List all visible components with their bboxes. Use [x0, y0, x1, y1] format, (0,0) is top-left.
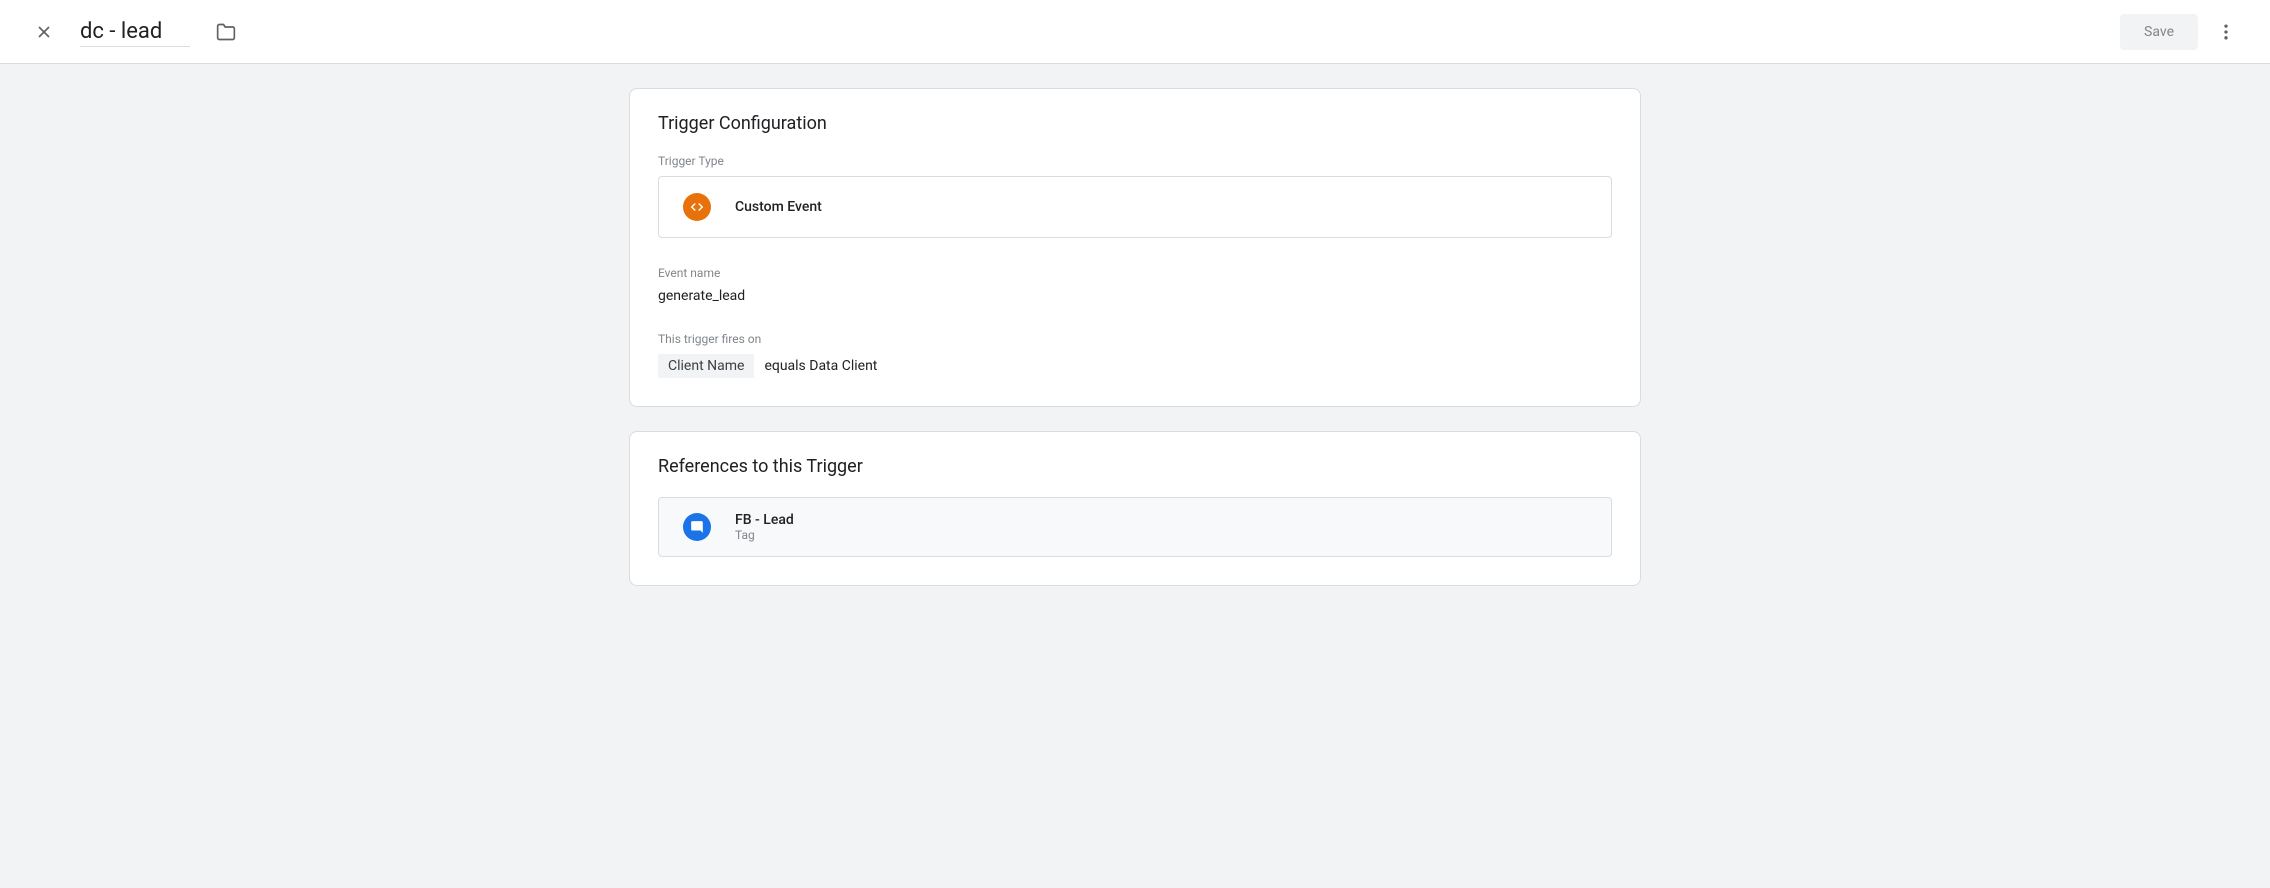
references-title: References to this Trigger [658, 456, 1612, 477]
reference-text: FB - Lead Tag [735, 512, 794, 542]
fires-on-label: This trigger fires on [658, 332, 1612, 346]
references-card: References to this Trigger FB - Lead Tag [629, 431, 1641, 586]
reference-type: Tag [735, 528, 794, 542]
condition-variable-chip: Client Name [658, 354, 754, 378]
folder-icon [216, 22, 236, 42]
custom-event-icon [683, 193, 711, 221]
fires-on-condition: Client Name equals Data Client [658, 354, 1612, 378]
close-button[interactable] [24, 12, 64, 52]
tag-icon [683, 513, 711, 541]
more-menu-button[interactable] [2206, 12, 2246, 52]
reference-name: FB - Lead [735, 512, 794, 528]
close-icon [34, 22, 54, 42]
main-content: Trigger Configuration Trigger Type Custo… [629, 88, 1641, 586]
folder-button[interactable] [206, 12, 246, 52]
header-actions: Save [2120, 12, 2246, 52]
kebab-icon [2216, 22, 2236, 42]
header-bar: Save [0, 0, 2270, 64]
trigger-config-card: Trigger Configuration Trigger Type Custo… [629, 88, 1641, 407]
event-name-value: generate_lead [658, 288, 1612, 304]
condition-text: equals Data Client [764, 358, 877, 374]
save-button[interactable]: Save [2120, 14, 2198, 50]
trigger-name-input[interactable] [80, 17, 190, 47]
trigger-type-selector[interactable]: Custom Event [658, 176, 1612, 238]
event-name-label: Event name [658, 266, 1612, 280]
trigger-config-title: Trigger Configuration [658, 113, 1612, 134]
trigger-type-label: Trigger Type [658, 154, 1612, 168]
trigger-type-name: Custom Event [735, 199, 822, 215]
reference-item[interactable]: FB - Lead Tag [658, 497, 1612, 557]
